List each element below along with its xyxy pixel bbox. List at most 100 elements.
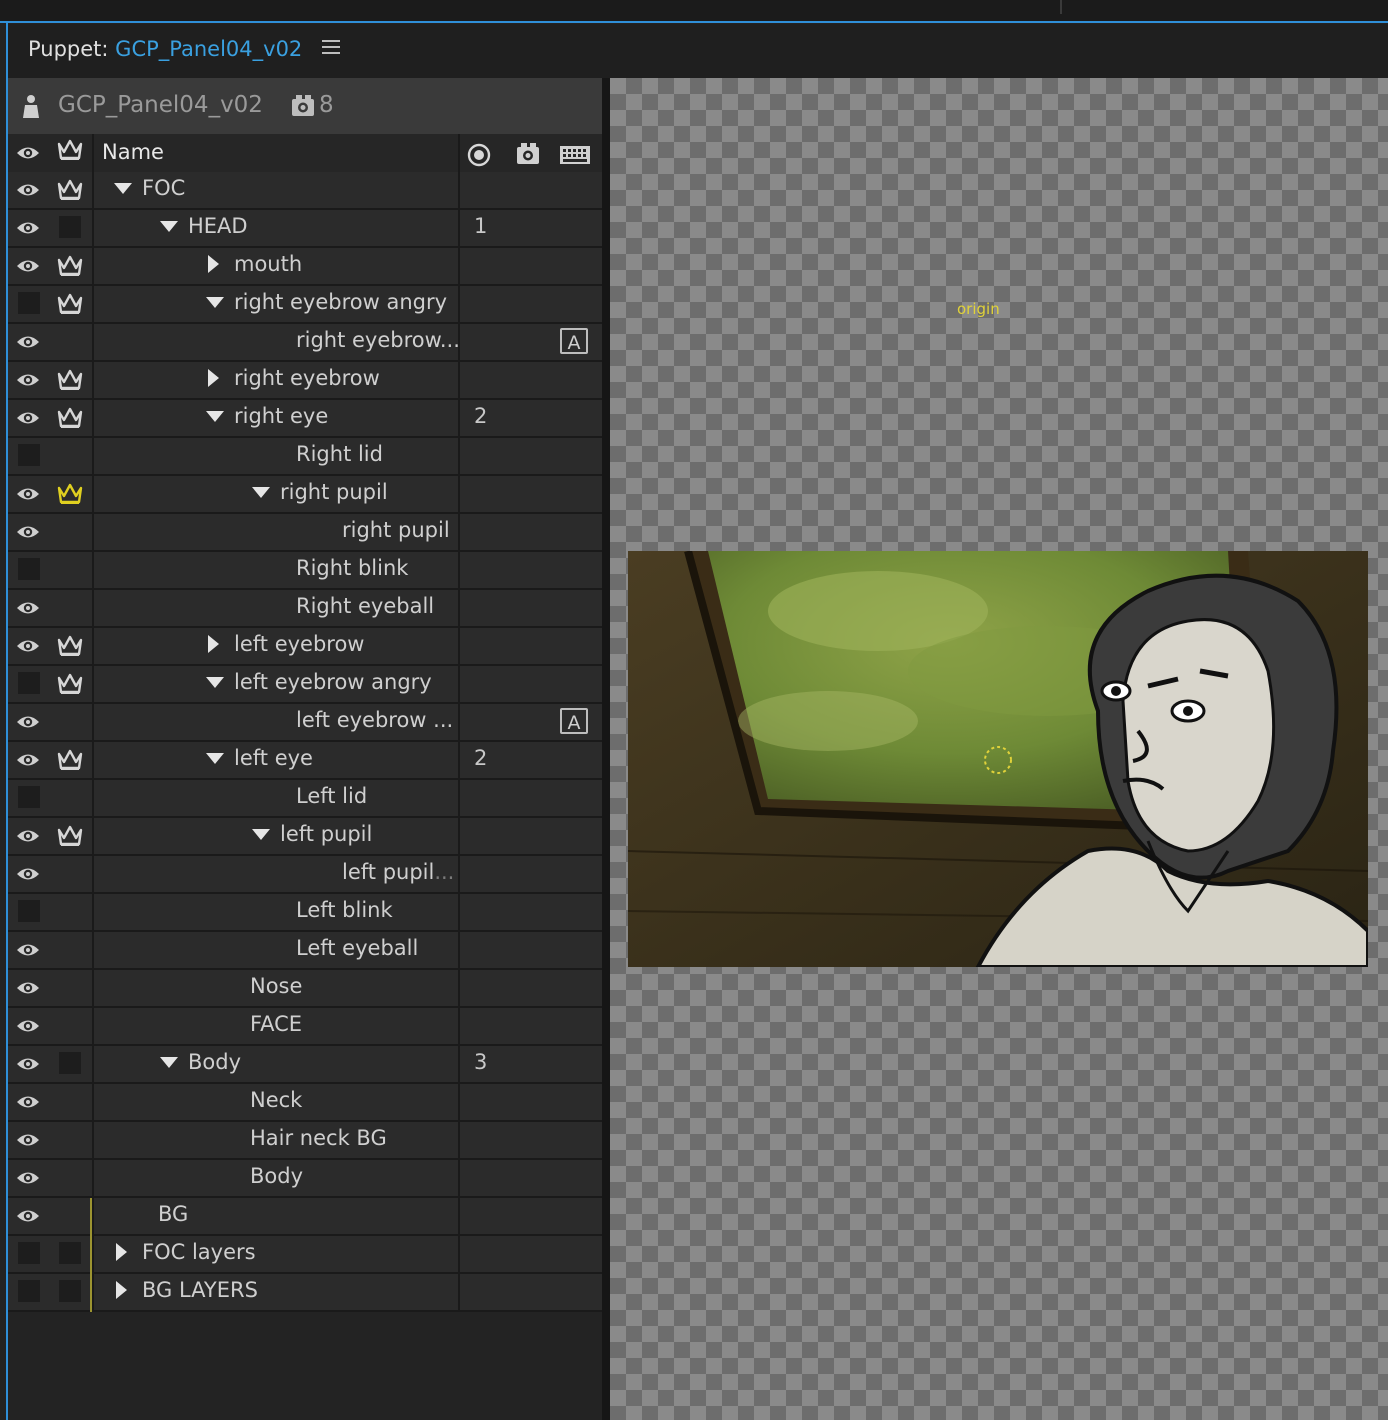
layer-row[interactable]: FOC (8, 172, 602, 210)
visibility-eye-icon[interactable] (16, 1206, 40, 1226)
layer-name-cell[interactable]: FOC layers (112, 1240, 256, 1264)
twirl-down-icon[interactable] (204, 748, 226, 768)
layer-name-cell[interactable]: Body (158, 1050, 241, 1074)
layer-name-cell[interactable]: right eyebrow angry (204, 290, 447, 314)
handle-crown-icon[interactable] (57, 292, 83, 316)
visibility-eye-icon[interactable] (16, 978, 40, 998)
visibility-toggle-off[interactable] (18, 1280, 40, 1302)
visibility-toggle-off[interactable] (18, 786, 40, 808)
visibility-eye-icon[interactable] (16, 1130, 40, 1150)
twirl-down-icon[interactable] (204, 292, 226, 312)
layer-row[interactable]: left eyebrow (8, 628, 602, 666)
layer-row[interactable]: Left blink (8, 894, 602, 932)
name-column-header[interactable]: Name (102, 140, 164, 164)
panel-splitter[interactable] (602, 78, 610, 1420)
visibility-eye-icon[interactable] (16, 1054, 40, 1074)
visibility-eye-icon[interactable] (16, 1092, 40, 1112)
layer-name-cell[interactable]: FOC (112, 176, 185, 200)
layer-name-cell[interactable]: BG LAYERS (112, 1278, 258, 1302)
twirl-right-icon[interactable] (204, 634, 226, 654)
handle-toggle-off[interactable] (59, 1280, 81, 1302)
visibility-eye-icon[interactable] (16, 1016, 40, 1036)
twirl-down-icon[interactable] (112, 178, 134, 198)
visibility-eye-icon[interactable] (16, 598, 40, 618)
twirl-down-icon[interactable] (158, 1052, 180, 1072)
layer-name-cell[interactable]: mouth (204, 252, 302, 276)
layer-name-cell[interactable]: Hair neck BG (250, 1126, 387, 1150)
layer-name-cell[interactable]: BG (158, 1202, 188, 1226)
twirl-right-icon[interactable] (112, 1242, 134, 1262)
scene-viewer[interactable]: origin (610, 78, 1388, 1420)
layer-name-cell[interactable]: left eyebrow angry (204, 670, 432, 694)
layer-row[interactable]: Neck (8, 1084, 602, 1122)
visibility-toggle-off[interactable] (18, 1242, 40, 1264)
keyboard-header-icon[interactable] (560, 146, 590, 164)
layer-name-cell[interactable]: right eyebrow... (296, 328, 460, 352)
layer-row[interactable]: Right eyeball (8, 590, 602, 628)
layer-row[interactable]: right pupil (8, 476, 602, 514)
twirl-right-icon[interactable] (204, 368, 226, 388)
layer-row[interactable]: right pupil (8, 514, 602, 552)
layer-row[interactable]: HEAD 1 (8, 210, 602, 248)
layer-row[interactable]: Body (8, 1160, 602, 1198)
layer-row[interactable]: FOC layers (8, 1236, 602, 1274)
layer-name-cell[interactable]: Right eyeball (296, 594, 434, 618)
layer-row[interactable]: Body 3 (8, 1046, 602, 1084)
layer-name-cell[interactable]: Left blink (296, 898, 393, 922)
layer-row[interactable]: Left eyeball (8, 932, 602, 970)
layer-row[interactable]: Left lid (8, 780, 602, 818)
handle-header-crown-icon[interactable] (57, 138, 83, 162)
auto-badge[interactable]: A (560, 708, 588, 734)
visibility-toggle-off[interactable] (18, 900, 40, 922)
layer-name-cell[interactable]: left eyebrow (204, 632, 364, 656)
twirl-right-icon[interactable] (204, 254, 226, 274)
visibility-toggle-off[interactable] (18, 292, 40, 314)
handle-toggle-off[interactable] (59, 1052, 81, 1074)
twirl-down-icon[interactable] (204, 672, 226, 692)
puppet-link[interactable]: GCP_Panel04_v02 (115, 37, 302, 61)
visibility-eye-icon[interactable] (16, 180, 40, 200)
visibility-toggle-off[interactable] (18, 444, 40, 466)
layer-name-cell[interactable]: left eyebrow ... (296, 708, 453, 732)
layer-row[interactable]: Hair neck BG (8, 1122, 602, 1160)
layer-name-cell[interactable]: Right lid (296, 442, 383, 466)
visibility-eye-icon[interactable] (16, 750, 40, 770)
handle-crown-icon[interactable] (57, 672, 83, 696)
twirl-down-icon[interactable] (204, 406, 226, 426)
layer-name-cell[interactable]: Body (250, 1164, 303, 1188)
handle-crown-icon[interactable] (57, 824, 83, 848)
layer-name-cell[interactable]: left eye (204, 746, 313, 770)
layer-row[interactable]: left pupil... (8, 856, 602, 894)
layer-row[interactable]: FACE (8, 1008, 602, 1046)
camera-header-icon[interactable] (515, 142, 541, 166)
layer-name-cell[interactable]: right eye (204, 404, 328, 428)
layer-name-cell[interactable]: Left lid (296, 784, 367, 808)
layer-name-cell[interactable]: Right blink (296, 556, 408, 580)
layer-row[interactable]: left eyebrow ... A (8, 704, 602, 742)
twirl-right-icon[interactable] (112, 1280, 134, 1300)
handle-toggle-off[interactable] (59, 216, 81, 238)
visibility-eye-icon[interactable] (16, 332, 40, 352)
visibility-eye-icon[interactable] (16, 636, 40, 656)
layer-row[interactable]: Right lid (8, 438, 602, 476)
layer-row[interactable]: right eye 2 (8, 400, 602, 438)
handle-crown-icon[interactable] (57, 254, 83, 278)
visibility-header-eye-icon[interactable] (16, 143, 40, 163)
handle-crown-icon[interactable] (57, 634, 83, 658)
twirl-down-icon[interactable] (250, 824, 272, 844)
layer-name-cell[interactable]: right pupil (342, 518, 450, 542)
visibility-eye-icon[interactable] (16, 370, 40, 390)
visibility-eye-icon[interactable] (16, 218, 40, 238)
auto-badge[interactable]: A (560, 328, 588, 354)
visibility-eye-icon[interactable] (16, 712, 40, 732)
layer-name-cell[interactable]: Left eyeball (296, 936, 418, 960)
handle-crown-icon[interactable] (57, 482, 83, 506)
layer-row[interactable]: right eyebrow... A (8, 324, 602, 362)
origin-label[interactable]: origin (957, 300, 1000, 318)
visibility-eye-icon[interactable] (16, 864, 40, 884)
layer-row[interactable]: left eyebrow angry (8, 666, 602, 704)
handle-toggle-off[interactable] (59, 1242, 81, 1264)
visibility-eye-icon[interactable] (16, 408, 40, 428)
layer-name-cell[interactable]: HEAD (158, 214, 248, 238)
twirl-down-icon[interactable] (250, 482, 272, 502)
